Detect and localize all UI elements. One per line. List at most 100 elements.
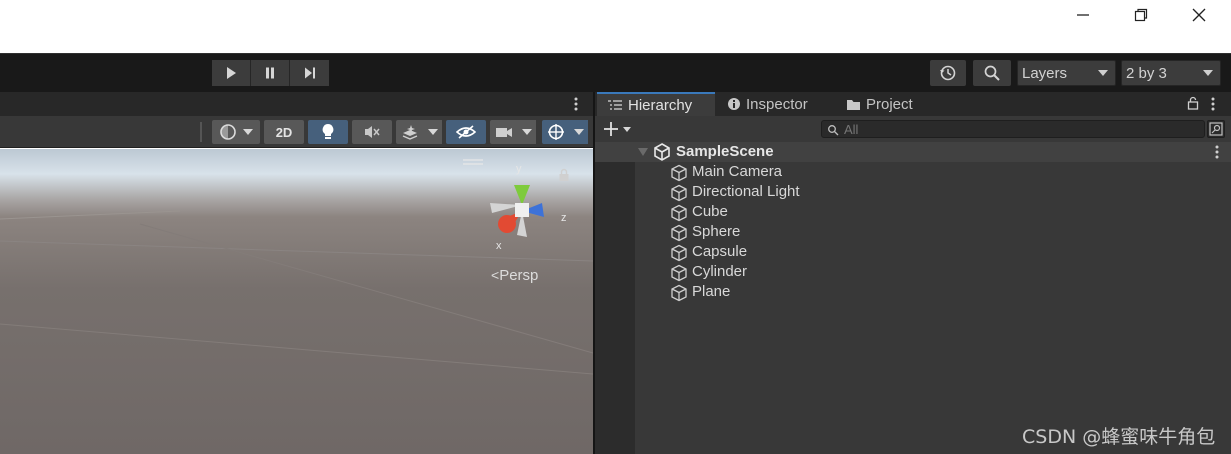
playback-controls <box>212 60 329 86</box>
more-options-icon[interactable] <box>1215 145 1219 159</box>
scene-name: SampleScene <box>676 143 774 160</box>
camera-icon <box>496 128 512 137</box>
window-title-bar <box>0 0 1231 53</box>
orientation-gizmo[interactable]: y z x <box>482 161 572 251</box>
scene-tab-bar <box>0 92 593 116</box>
tab-inspector[interactable]: Inspector <box>727 92 837 116</box>
info-icon <box>728 98 740 110</box>
effects-dropdown[interactable] <box>424 120 442 144</box>
folder-icon <box>847 99 860 110</box>
hidden-eye-icon <box>456 125 476 139</box>
search-icon <box>828 125 839 136</box>
hierarchy-item-label: Main Camera <box>692 163 783 180</box>
hierarchy-item-label: Cylinder <box>692 263 748 280</box>
shading-mode-dropdown[interactable] <box>212 120 260 144</box>
audio-mute-icon <box>365 126 380 138</box>
hierarchy-item[interactable]: Plane <box>595 282 1231 302</box>
hierarchy-item[interactable]: Main Camera <box>595 162 1231 182</box>
hierarchy-item[interactable]: Directional Light <box>595 182 1231 202</box>
tab-hierarchy-label: Hierarchy <box>628 96 693 114</box>
camera-settings-button[interactable] <box>490 120 518 144</box>
gizmos-icon <box>548 124 564 140</box>
layout-dropdown[interactable]: 2 by 3 <box>1121 60 1221 86</box>
hierarchy-item-label: Cube <box>692 203 728 220</box>
chevron-down-icon <box>1098 70 1108 76</box>
scene-visibility-toggle[interactable] <box>446 120 486 144</box>
2d-mode-toggle[interactable]: 2D <box>264 120 304 144</box>
chevron-down-icon <box>623 126 631 132</box>
hierarchy-tab-bar: Hierarchy Inspector Project <box>595 92 1231 116</box>
restore-button[interactable] <box>1112 0 1170 30</box>
main-toolbar: Layers 2 by 3 <box>0 53 1231 92</box>
gizmos-toggle[interactable] <box>542 120 570 144</box>
projection-label: Persp <box>499 267 539 284</box>
hierarchy-item-label: Capsule <box>692 243 748 260</box>
tab-hierarchy[interactable]: Hierarchy <box>597 92 715 116</box>
hierarchy-toolbar <box>595 116 1231 142</box>
hierarchy-list-icon <box>608 100 622 110</box>
step-button[interactable] <box>290 60 329 86</box>
hierarchy-item-label: Directional Light <box>692 183 800 200</box>
layers-dropdown[interactable]: Layers <box>1017 60 1116 86</box>
restore-icon <box>1134 8 1148 22</box>
watermark: CSDN @蜂蜜味牛角包 <box>1022 426 1216 448</box>
scene-root-row[interactable]: SampleScene <box>595 142 1231 162</box>
projection-toggle[interactable]: <Persp <box>491 267 538 284</box>
more-options-icon[interactable] <box>1211 97 1215 111</box>
hierarchy-item[interactable]: Cube <box>595 202 1231 222</box>
hierarchy-item-label: Sphere <box>692 223 741 240</box>
layers-dropdown-label: Layers <box>1022 64 1068 82</box>
close-button[interactable] <box>1170 0 1228 30</box>
tab-project[interactable]: Project <box>846 92 946 116</box>
gizmo-x-label: x <box>496 240 502 251</box>
tab-project-label: Project <box>866 95 913 113</box>
close-icon <box>1192 8 1206 22</box>
play-button[interactable] <box>212 60 251 86</box>
effects-toggle[interactable] <box>396 120 424 144</box>
hierarchy-search-input[interactable] <box>844 121 1194 137</box>
hierarchy-item[interactable]: Sphere <box>595 222 1231 242</box>
minimize-button[interactable] <box>1054 0 1112 30</box>
play-icon <box>227 67 236 79</box>
minimize-icon <box>1077 14 1089 16</box>
2d-mode-label: 2D <box>275 124 293 140</box>
chevron-down-icon <box>428 129 438 135</box>
drag-handle-icon[interactable] <box>463 159 483 165</box>
gizmos-dropdown[interactable] <box>570 120 588 144</box>
search-scene-icon <box>1209 122 1223 136</box>
audio-toggle[interactable] <box>352 120 392 144</box>
hierarchy-item[interactable]: Cylinder <box>595 262 1231 282</box>
chevron-down-icon <box>1203 70 1213 76</box>
create-button[interactable] <box>603 120 635 138</box>
tab-inspector-label: Inspector <box>746 95 808 113</box>
gizmo-z-label: z <box>561 212 567 224</box>
more-options-icon[interactable] <box>574 97 578 111</box>
hierarchy-list: SampleScene Main Camera Directional Light… <box>595 142 1231 454</box>
pause-button[interactable] <box>251 60 290 86</box>
plus-icon <box>604 122 618 136</box>
gizmo-y-label: y <box>516 163 522 175</box>
expand-arrow-icon[interactable] <box>638 148 648 156</box>
chevron-down-icon <box>522 129 532 135</box>
layout-dropdown-label: 2 by 3 <box>1126 64 1167 82</box>
toolbar-grip <box>200 122 202 142</box>
search-button[interactable] <box>973 60 1011 86</box>
perspective-icon: < <box>491 267 500 283</box>
hierarchy-search <box>821 120 1205 138</box>
lock-icon[interactable] <box>1187 96 1199 110</box>
chevron-down-icon <box>243 129 253 135</box>
camera-dropdown[interactable] <box>518 120 536 144</box>
hierarchy-item-label: Plane <box>692 283 731 300</box>
pause-icon <box>266 67 274 79</box>
chevron-down-icon <box>574 129 584 135</box>
scene-search-toggle[interactable] <box>1207 120 1225 138</box>
undo-history-button[interactable] <box>930 60 966 86</box>
unity-scene-icon <box>654 143 670 161</box>
history-icon <box>940 65 956 81</box>
lightbulb-icon <box>322 124 334 139</box>
scene-toolbar: 2D <box>0 116 593 148</box>
step-icon <box>304 67 315 79</box>
hierarchy-item[interactable]: Capsule <box>595 242 1231 262</box>
scene-viewport[interactable]: y z x <Persp <box>0 149 593 454</box>
lighting-toggle[interactable] <box>308 120 348 144</box>
